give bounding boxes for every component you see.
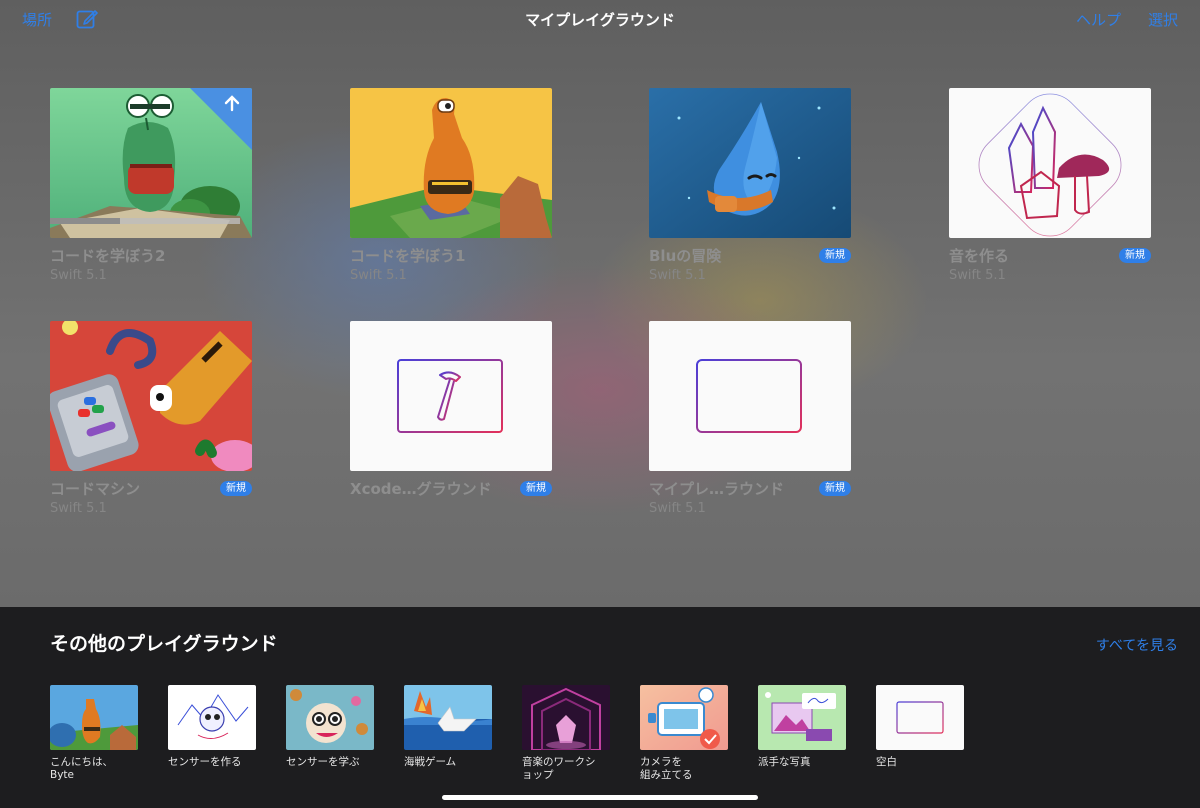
new-badge: 新規: [520, 481, 552, 496]
card-version: Swift 5.1: [50, 268, 107, 283]
playground-card-learn-to-code-2[interactable]: コードを学ぼう2 Swift 5.1: [50, 88, 252, 288]
navigation-bar: 場所 マイプレイグラウンド ヘルプ 選択: [0, 0, 1200, 40]
more-item-sea-battle[interactable]: 海戦ゲーム: [404, 685, 492, 769]
learn-to-code-1-thumbnail: [350, 88, 552, 238]
card-title: マイプレ…ラウンド: [649, 480, 785, 498]
more-item-label: 海戦ゲーム: [404, 756, 457, 768]
playground-card-my-playground[interactable]: マイプレ…ラウンド Swift 5.1 新規: [649, 321, 851, 521]
blank-thumbnail: [876, 685, 964, 750]
flashy-photos-thumbnail: [758, 685, 846, 750]
home-indicator[interactable]: [442, 795, 758, 800]
card-title: コードを学ぼう1: [350, 247, 466, 265]
card-version: Swift 5.1: [649, 268, 706, 283]
card-title: 音を作る: [949, 247, 1010, 265]
more-item-hello-byte[interactable]: こんにちは、 Byte: [50, 685, 138, 782]
music-workshop-thumbnail: [522, 685, 610, 750]
sea-battle-thumbnail: [404, 685, 492, 750]
learn-sensor-thumbnail: [286, 685, 374, 750]
more-item-music-workshop[interactable]: 音楽のワークシ ョップ: [522, 685, 610, 782]
new-badge: 新規: [819, 481, 851, 496]
hello-byte-thumbnail: [50, 685, 138, 750]
more-item-learn-sensor[interactable]: センサーを学ぶ: [286, 685, 374, 769]
card-version: Swift 5.1: [949, 268, 1006, 283]
more-item-build-sensor[interactable]: センサーを作る: [168, 685, 256, 769]
section-title: その他のプレイグラウンド: [50, 633, 278, 655]
playground-card-xcode-playground[interactable]: Xcode…グラウンド 新規: [350, 321, 552, 521]
card-version: Swift 5.1: [649, 501, 706, 516]
more-item-label: センサーを学ぶ: [286, 756, 360, 768]
more-item-label: センサーを作る: [168, 756, 242, 768]
card-title: コードを学ぼう2: [50, 247, 166, 265]
playground-card-make-sound[interactable]: 音を作る Swift 5.1 新規: [949, 88, 1151, 288]
more-item-label: 空白: [876, 756, 897, 768]
page-title: マイプレイグラウンド: [525, 11, 675, 29]
more-item-label: こんにちは、 Byte: [50, 756, 113, 781]
playground-card-code-machine[interactable]: コードマシン Swift 5.1 新規: [50, 321, 252, 521]
learn-to-code-2-thumbnail: [50, 88, 252, 238]
playground-card-blus-adventure[interactable]: Bluの冒険 Swift 5.1 新規: [649, 88, 851, 288]
new-badge: 新規: [220, 481, 252, 496]
more-item-label: カメラを 組み立てる: [640, 756, 693, 781]
more-item-label: 派手な写真: [758, 756, 811, 768]
build-camera-thumbnail: [640, 685, 728, 750]
card-version: Swift 5.1: [350, 268, 407, 283]
new-badge: 新規: [1119, 248, 1151, 263]
blus-adventure-thumbnail: [649, 88, 851, 238]
xcode-playground-thumbnail: [350, 321, 552, 471]
more-playgrounds-section: その他のプレイグラウンド すべてを見る こんにちは、 Byte センサーを作る: [0, 607, 1200, 808]
card-title: Bluの冒険: [649, 247, 722, 265]
select-button[interactable]: 選択: [1148, 9, 1178, 30]
new-badge: 新規: [819, 248, 851, 263]
build-sensor-thumbnail: [168, 685, 256, 750]
my-playground-thumbnail: [649, 321, 851, 471]
playground-card-learn-to-code-1[interactable]: コードを学ぼう1 Swift 5.1: [350, 88, 552, 288]
card-title: コードマシン: [50, 480, 141, 498]
card-title: Xcode…グラウンド: [350, 480, 492, 498]
help-button[interactable]: ヘルプ: [1076, 9, 1121, 30]
see-all-button[interactable]: すべてを見る: [1096, 635, 1178, 655]
more-item-label: 音楽のワークシ ョップ: [522, 756, 596, 781]
card-version: Swift 5.1: [50, 501, 107, 516]
more-item-blank[interactable]: 空白: [876, 685, 964, 769]
more-item-flashy-photos[interactable]: 派手な写真: [758, 685, 846, 769]
code-machine-thumbnail: [50, 321, 252, 471]
make-sound-thumbnail: [949, 88, 1151, 238]
more-item-build-camera[interactable]: カメラを 組み立てる: [640, 685, 728, 782]
